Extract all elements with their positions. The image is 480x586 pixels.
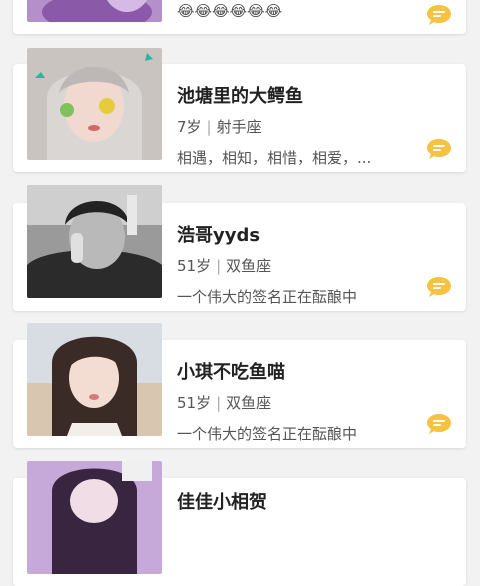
avatar-photo[interactable] <box>27 0 162 22</box>
user-meta: 7岁 | 射手座 <box>177 116 262 137</box>
avatar-photo[interactable] <box>27 48 162 160</box>
user-card[interactable]: 池塘里的大鳄鱼 7岁 | 射手座 相遇，相知，相惜，相爱，... <box>13 48 466 172</box>
user-signature: 😂😂😂😂😂😂 <box>177 2 283 20</box>
user-age: 7岁 <box>177 118 202 136</box>
user-card[interactable]: 佳佳小相贺 <box>13 461 466 586</box>
meta-divider: | <box>206 118 212 136</box>
user-card[interactable]: 小琪不吃鱼喵 51岁 | 双鱼座 一个伟大的签名正在酝酿中 <box>13 323 466 448</box>
user-meta: 51岁 | 双鱼座 <box>177 392 271 413</box>
user-age: 51岁 <box>177 394 212 412</box>
user-name: 池塘里的大鳄鱼 <box>177 86 303 107</box>
chat-bubble-icon[interactable] <box>426 4 452 26</box>
user-meta: 51岁 | 双鱼座 <box>177 255 271 276</box>
avatar-photo[interactable] <box>27 185 162 298</box>
user-card[interactable]: 浩哥yyds 51岁 | 双鱼座 一个伟大的签名正在酝酿中 <box>13 185 466 311</box>
user-name: 浩哥yyds <box>177 225 261 246</box>
user-name: 小琪不吃鱼喵 <box>177 362 285 383</box>
user-zodiac: 双鱼座 <box>226 394 272 412</box>
user-age: 51岁 <box>177 257 212 275</box>
user-zodiac: 双鱼座 <box>226 257 272 275</box>
user-card[interactable]: 😂😂😂😂😂😂 <box>13 0 466 34</box>
user-signature: 相遇，相知，相惜，相爱，... <box>177 149 372 167</box>
avatar-photo[interactable] <box>27 323 162 436</box>
chat-bubble-icon[interactable] <box>426 138 452 160</box>
chat-bubble-icon[interactable] <box>426 413 452 435</box>
user-name: 佳佳小相贺 <box>177 492 267 513</box>
user-signature: 一个伟大的签名正在酝酿中 <box>177 288 358 306</box>
user-zodiac: 射手座 <box>216 118 262 136</box>
meta-divider: | <box>216 394 222 412</box>
meta-divider: | <box>216 257 222 275</box>
avatar-photo[interactable] <box>27 461 162 574</box>
chat-bubble-icon[interactable] <box>426 276 452 298</box>
user-signature: 一个伟大的签名正在酝酿中 <box>177 425 358 443</box>
